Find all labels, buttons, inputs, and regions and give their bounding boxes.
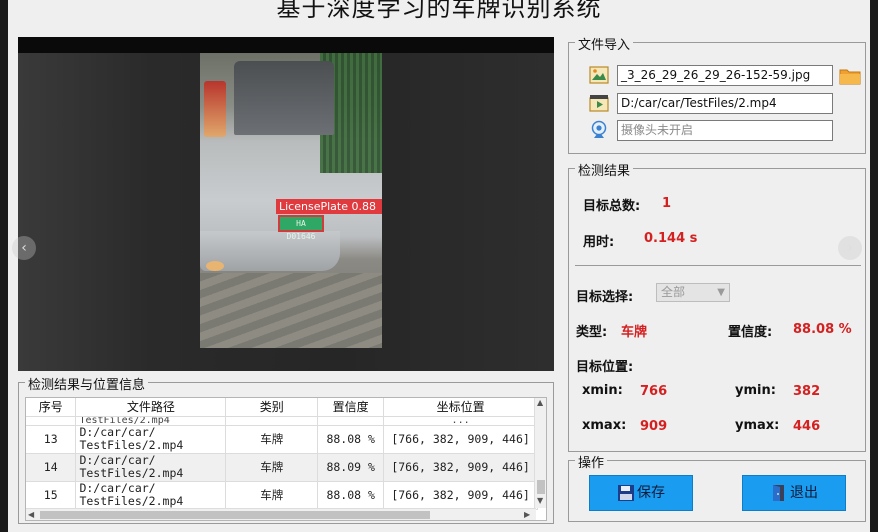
result-table-legend: 检测结果与位置信息 bbox=[25, 374, 149, 393]
app-title: 基于深度学习的车牌识别系统 bbox=[276, 0, 602, 22]
cell-coords: [766, 382, 909, 446] bbox=[383, 425, 538, 454]
cell-coords: [766, 382, 909, 446] bbox=[383, 481, 538, 510]
confidence-value: 88.08 % bbox=[793, 322, 852, 337]
col-header-coords[interactable]: 坐标位置 bbox=[383, 398, 538, 417]
ymax-label: ymax: bbox=[735, 418, 780, 433]
target-total-label: 目标总数: bbox=[583, 199, 641, 214]
cell-class: 车牌 bbox=[225, 453, 319, 482]
exit-icon bbox=[773, 485, 784, 501]
cell-confidence: 88.08 % bbox=[317, 481, 385, 510]
cell-class bbox=[225, 416, 319, 426]
image-row: _3_26_29_26_29_26-152-59.jpg bbox=[589, 65, 847, 87]
ymax-value: 446 bbox=[793, 419, 821, 434]
table-vertical-scrollbar[interactable]: ▲ ▼ bbox=[534, 398, 546, 508]
xmin-value: 766 bbox=[640, 384, 668, 399]
table-row[interactable]: 15 D:/car/car/TestFiles/2.mp4 车牌 88.08 %… bbox=[26, 481, 538, 510]
cell-index: 13 bbox=[26, 425, 77, 454]
target-total-value: 1 bbox=[662, 196, 672, 211]
cell-index: 14 bbox=[26, 453, 77, 482]
cell-confidence: 88.09 % bbox=[317, 453, 385, 482]
scroll-down-icon[interactable]: ▼ bbox=[537, 496, 543, 505]
save-icon bbox=[618, 485, 634, 501]
table-horizontal-scrollbar[interactable]: ◀ ▶ bbox=[26, 508, 536, 520]
result-table-group: 检测结果与位置信息 序号 文件路径 类别 置信度 坐标位置 TestFiles/… bbox=[18, 374, 554, 524]
cell-path-line2: TestFiles/2.mp4 bbox=[79, 466, 184, 480]
scroll-left-icon[interactable]: ◀ bbox=[28, 510, 34, 519]
exit-button[interactable]: 退出 bbox=[742, 475, 846, 511]
operations-legend: 操作 bbox=[575, 452, 608, 471]
car-rear-window bbox=[234, 61, 334, 135]
cell-path-line2: TestFiles/2.mp4 bbox=[79, 494, 184, 508]
table-row[interactable]: 13 D:/car/car/TestFiles/2.mp4 车牌 88.08 %… bbox=[26, 425, 538, 454]
camera-field[interactable]: 摄像头未开启 bbox=[617, 120, 833, 141]
file-import-legend: 文件导入 bbox=[575, 34, 634, 53]
video-path-field[interactable]: D:/car/car/TestFiles/2.mp4 bbox=[617, 93, 833, 114]
cell-coords: [766, 382, 909, 446] bbox=[383, 453, 538, 482]
xmin-label: xmin: bbox=[582, 383, 623, 398]
detection-result-legend: 检测结果 bbox=[575, 160, 634, 179]
save-label: 保存 bbox=[637, 485, 665, 501]
cell-path-line2: TestFiles/2.mp4 bbox=[79, 438, 184, 452]
result-table[interactable]: 序号 文件路径 类别 置信度 坐标位置 TestFiles/2.mp4 ... bbox=[25, 397, 547, 521]
ymin-label: ymin: bbox=[735, 383, 776, 398]
folder-icon[interactable] bbox=[839, 67, 861, 85]
camera-row: 摄像头未开启 bbox=[589, 120, 847, 142]
video-row: D:/car/car/TestFiles/2.mp4 bbox=[589, 93, 847, 115]
chevron-down-icon: ▼ bbox=[717, 287, 725, 298]
main-window: 基于深度学习的车牌识别系统 LicensePlate 0.88 HA D0164… bbox=[8, 0, 870, 532]
time-value: 0.144 s bbox=[644, 231, 698, 246]
car-fog-light bbox=[206, 261, 224, 271]
video-file-icon[interactable] bbox=[589, 93, 609, 113]
license-plate-box: HA D01646 bbox=[278, 215, 324, 241]
time-label: 用时: bbox=[583, 235, 615, 250]
car-tail-light bbox=[204, 81, 226, 137]
video-preview: LicensePlate 0.88 HA D01646 bbox=[18, 37, 554, 371]
operations-group: 操作 保存 退出 bbox=[568, 452, 866, 522]
cell-confidence bbox=[317, 416, 385, 426]
cell-coords: ... bbox=[383, 416, 538, 426]
save-button[interactable]: 保存 bbox=[589, 475, 693, 511]
scroll-right-icon[interactable]: ▶ bbox=[524, 510, 530, 519]
col-header-index[interactable]: 序号 bbox=[26, 398, 77, 417]
col-header-class[interactable]: 类别 bbox=[225, 398, 319, 417]
target-select[interactable]: 全部 ▼ bbox=[656, 283, 730, 302]
table-vertical-scroll-thumb[interactable] bbox=[537, 480, 545, 494]
cell-path: TestFiles/2.mp4 bbox=[75, 416, 227, 426]
exit-label: 退出 bbox=[790, 485, 818, 501]
table-horizontal-scroll-thumb[interactable] bbox=[40, 511, 430, 519]
xmax-label: xmax: bbox=[582, 418, 627, 433]
detection-label: LicensePlate 0.88 bbox=[276, 199, 382, 214]
image-path-field[interactable]: _3_26_29_26_29_26-152-59.jpg bbox=[617, 65, 833, 86]
cell-confidence: 88.08 % bbox=[317, 425, 385, 454]
ymin-value: 382 bbox=[793, 384, 821, 399]
xmax-value: 909 bbox=[640, 419, 668, 434]
col-header-path[interactable]: 文件路径 bbox=[75, 398, 227, 417]
target-position-label: 目标位置: bbox=[576, 360, 634, 375]
target-select-value: 全部 bbox=[661, 285, 686, 299]
pavement bbox=[200, 273, 382, 348]
cell-path: D:/car/car/TestFiles/2.mp4 bbox=[75, 481, 227, 510]
file-import-group: 文件导入 _3_26_29_26_29_26-152-59.jpg D:/car… bbox=[568, 34, 866, 154]
target-select-label: 目标选择: bbox=[576, 290, 634, 305]
scroll-up-icon[interactable]: ▲ bbox=[537, 398, 543, 407]
table-row[interactable]: TestFiles/2.mp4 ... bbox=[26, 416, 538, 426]
cell-class: 车牌 bbox=[225, 481, 319, 510]
webcam-icon[interactable] bbox=[589, 120, 609, 140]
cell-index bbox=[26, 416, 77, 426]
prev-arrow-icon[interactable]: ‹ bbox=[12, 236, 36, 260]
col-header-confidence[interactable]: 置信度 bbox=[317, 398, 385, 417]
video-frame: LicensePlate 0.88 HA D01646 bbox=[200, 53, 382, 348]
confidence-label: 置信度: bbox=[728, 325, 773, 340]
divider bbox=[575, 265, 861, 266]
cell-index: 15 bbox=[26, 481, 77, 510]
cell-class: 车牌 bbox=[225, 425, 319, 454]
cell-path: D:/car/car/TestFiles/2.mp4 bbox=[75, 453, 227, 482]
detection-result-group: 检测结果 目标总数: 1 用时: 0.144 s 目标选择: 全部 ▼ 类型: … bbox=[568, 160, 866, 452]
table-row[interactable]: 14 D:/car/car/TestFiles/2.mp4 车牌 88.09 %… bbox=[26, 453, 538, 482]
type-label: 类型: bbox=[576, 325, 608, 340]
type-value: 车牌 bbox=[621, 325, 648, 340]
cell-path: D:/car/car/TestFiles/2.mp4 bbox=[75, 425, 227, 454]
image-icon[interactable] bbox=[589, 65, 609, 85]
